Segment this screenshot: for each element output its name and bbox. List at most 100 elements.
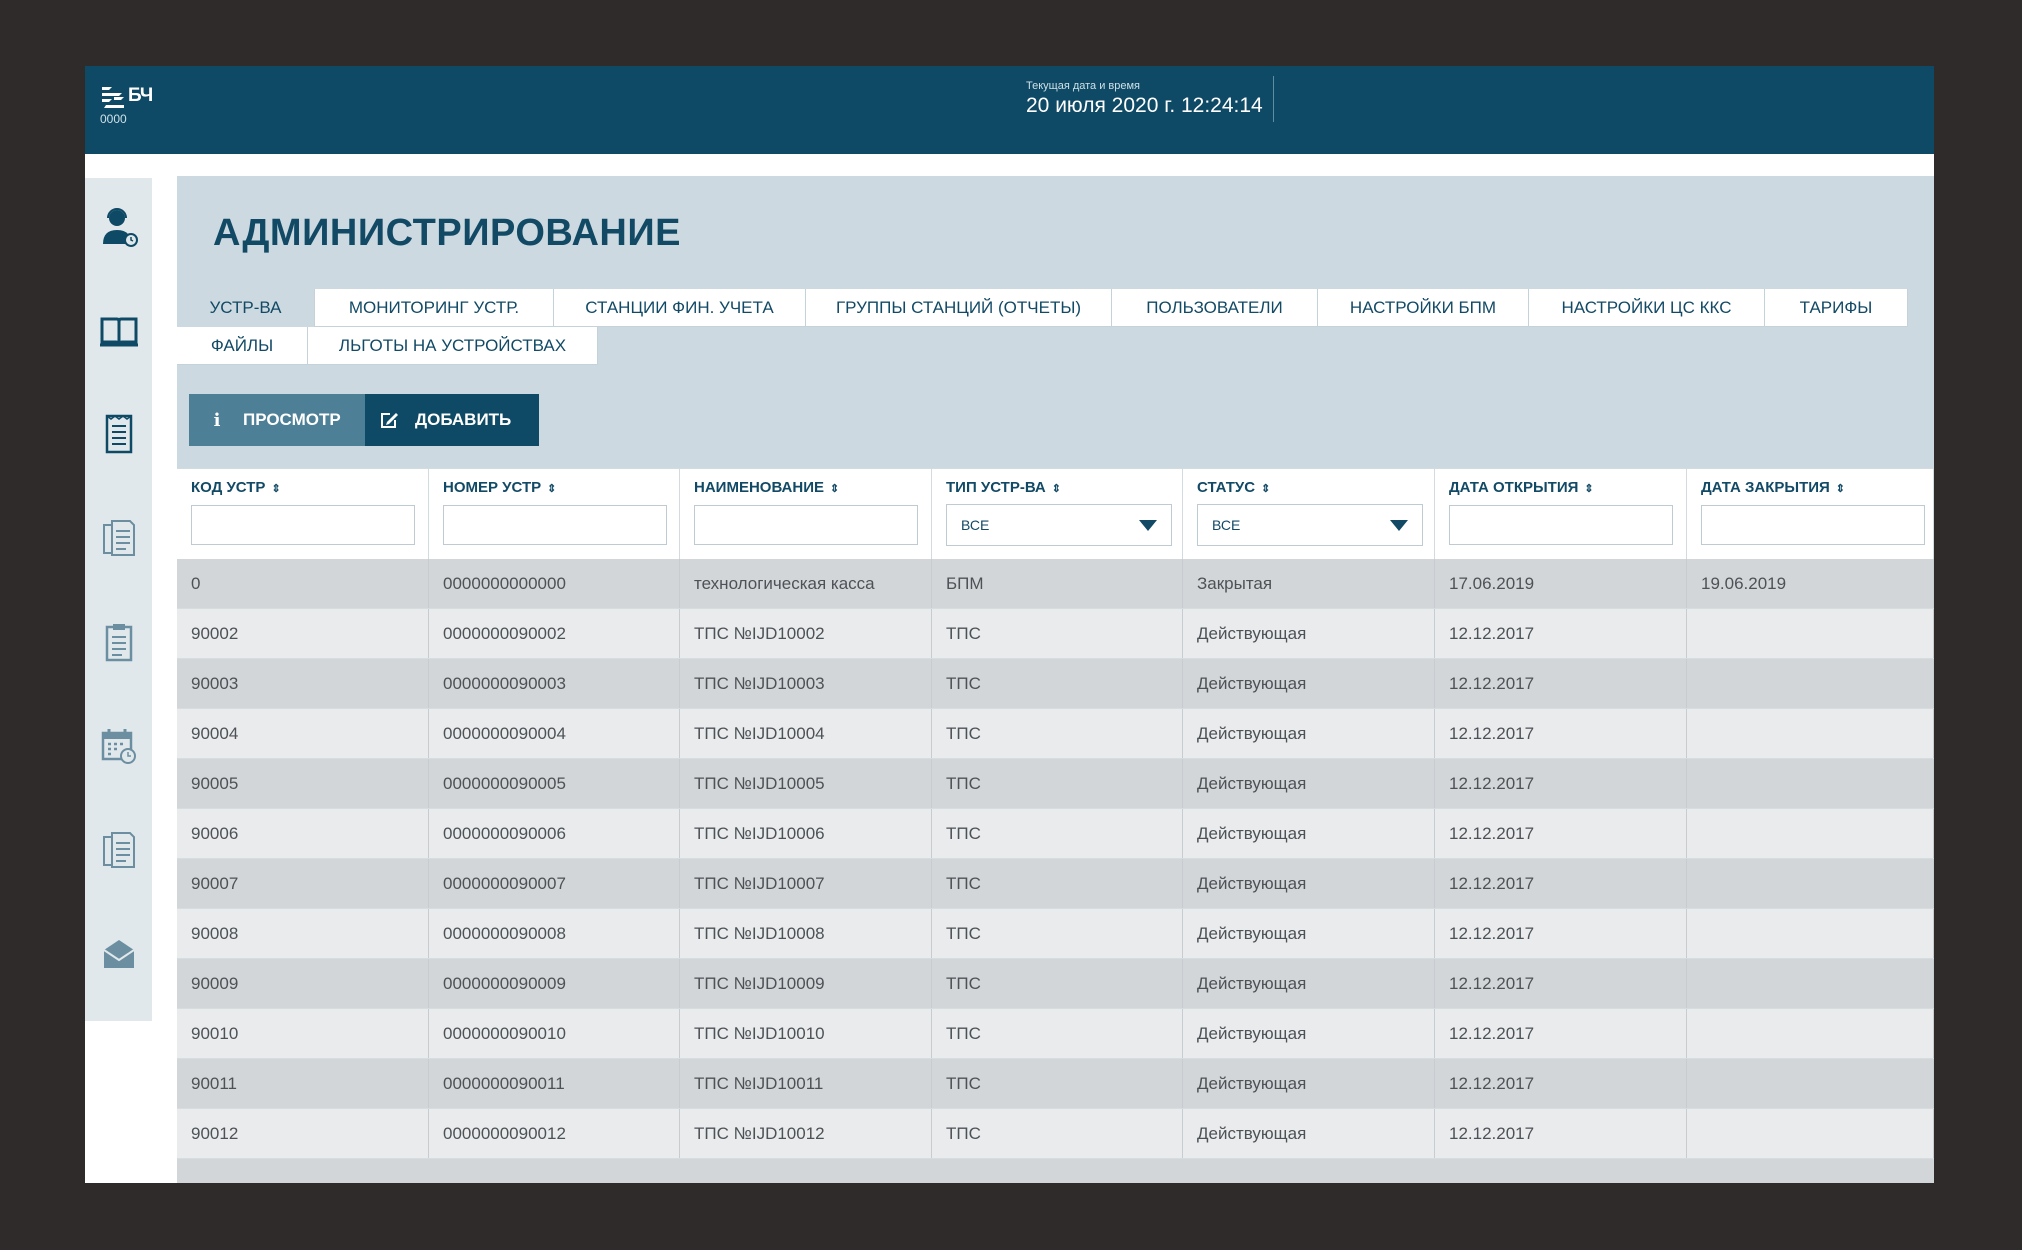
caret-down-icon [1390,519,1408,531]
cell-open-date: 12.12.2017 [1435,909,1687,958]
cell-device-name: ТПС №IJD10004 [680,709,932,758]
cell-device-number: 0000000090005 [429,759,680,808]
cell-open-date: 12.12.2017 [1435,1059,1687,1108]
table-row[interactable]: 90008 0000000090008 ТПС №IJD10008 ТПС Действ… [177,909,1934,959]
tab-device-benefits[interactable]: ЛЬГОТЫ НА УСТРОЙСТВАХ [308,327,598,365]
cell-open-date: 12.12.2017 [1435,709,1687,758]
cell-device-status: Действующая [1183,1009,1435,1058]
tab-users[interactable]: ПОЛЬЗОВАТЕЛИ [1112,289,1318,327]
column-sort-device-code[interactable]: КОД УСТР ⇕ [191,479,281,496]
tab-kks-settings[interactable]: НАСТРОЙКИ ЦС ККС [1529,289,1765,327]
sort-icon[interactable]: ⇕ [1052,482,1061,495]
cell-device-number: 0000000090004 [429,709,680,758]
table-row[interactable]: 90006 0000000090006 ТПС №IJD10006 ТПС Действ… [177,809,1934,859]
cell-device-status: Действующая [1183,659,1435,708]
cell-open-date: 17.06.2019 [1435,559,1687,608]
sidebar-item-clipboard[interactable] [85,612,152,672]
cell-device-type: ТПС [932,809,1183,858]
table-row[interactable]: 0 0000000000000 технологическая касса БПМ За… [177,559,1934,609]
column-sort-device-status[interactable]: СТАТУС ⇕ [1197,479,1270,496]
sort-icon[interactable]: ⇕ [1836,482,1845,495]
table-row[interactable]: 90007 0000000090007 ТПС №IJD10007 ТПС Действ… [177,859,1934,909]
cell-open-date: 12.12.2017 [1435,1109,1687,1158]
column-sort-device-type[interactable]: ТИП УСТР-ВА ⇕ [946,479,1061,496]
cell-device-type: ТПС [932,659,1183,708]
table-row[interactable]: 90010 0000000090010 ТПС №IJD10010 ТПС Действ… [177,1009,1934,1059]
filter-input-device-code[interactable] [191,505,415,545]
filter-input-device-number[interactable] [443,505,667,545]
table-row[interactable]: 90003 0000000090003 ТПС №IJD10003 ТПС Действ… [177,659,1934,709]
tab-station-groups[interactable]: ГРУППЫ СТАНЦИЙ (ОТЧЕТЫ) [806,289,1112,327]
column-label: ДАТА ЗАКРЫТИЯ [1701,479,1830,496]
table-header: КОД УСТР ⇕ НОМЕР УСТР ⇕ НАИМЕНОВАНИЕ ⇕ ТИП УСТ… [177,468,1934,559]
column-sort-open-date[interactable]: ДАТА ОТКРЫТИЯ ⇕ [1449,479,1594,496]
cell-open-date: 12.12.2017 [1435,609,1687,658]
cell-open-date: 12.12.2017 [1435,809,1687,858]
sort-icon[interactable]: ⇕ [271,482,280,495]
column-sort-device-name[interactable]: НАИМЕНОВАНИЕ ⇕ [694,479,839,496]
cell-device-code: 90012 [177,1109,429,1158]
header-divider [1273,76,1274,122]
sidebar-item-calendar[interactable] [85,716,152,776]
table-row[interactable]: 90012 0000000090012 ТПС №IJD10012 ТПС Действ… [177,1109,1934,1159]
cell-device-type: БПМ [932,559,1183,608]
sort-icon[interactable]: ⇕ [1261,482,1270,495]
view-button[interactable]: i ПРОСМОТР [189,394,365,446]
column-sort-device-number[interactable]: НОМЕР УСТР ⇕ [443,479,556,496]
add-button[interactable]: ДОБАВИТЬ [365,394,539,446]
tab-bpm-settings[interactable]: НАСТРОЙКИ БПМ [1318,289,1529,327]
table-row[interactable]: 90011 0000000090011 ТПС №IJD10011 ТПС Действ… [177,1059,1934,1109]
table-row[interactable]: 90002 0000000090002 ТПС №IJD10002 ТПС Действ… [177,609,1934,659]
operator-icon [102,208,138,247]
sidebar-item-documents[interactable] [85,508,152,568]
logo[interactable]: БЧ 0000 [100,84,153,126]
column-header-device-status: СТАТУС ⇕ ВСЕ [1183,469,1435,559]
cell-device-code: 90008 [177,909,429,958]
cell-device-code: 90007 [177,859,429,908]
column-label: НАИМЕНОВАНИЕ [694,479,824,496]
sidebar-item-receipt[interactable] [85,404,152,464]
clipboard-icon [105,624,132,662]
table-row[interactable]: 90005 0000000090005 ТПС №IJD10005 ТПС Действ… [177,759,1934,809]
sidebar-item-documents-copy[interactable] [85,820,152,880]
tab-tariffs[interactable]: ТАРИФЫ [1765,289,1908,327]
cell-device-name: технологическая касса [680,559,932,608]
envelope-open-icon [102,940,135,968]
filter-input-device-name[interactable] [694,505,918,545]
filter-select-device-type[interactable]: ВСЕ [946,504,1172,546]
cell-close-date [1687,859,1934,908]
cell-device-type: ТПС [932,609,1183,658]
cell-device-number: 0000000090003 [429,659,680,708]
cell-close-date [1687,1109,1934,1158]
cell-device-type: ТПС [932,959,1183,1008]
tab-devices[interactable]: УСТР-ВА [177,289,315,327]
add-button-label: ДОБАВИТЬ [415,410,512,429]
sort-icon[interactable]: ⇕ [547,482,556,495]
sort-icon[interactable]: ⇕ [830,482,839,495]
cell-device-code: 90010 [177,1009,429,1058]
filter-select-value: ВСЕ [961,517,990,533]
table-body: 0 0000000000000 технологическая касса БПМ За… [177,559,1934,1183]
column-header-device-number: НОМЕР УСТР ⇕ [429,469,680,559]
table-row[interactable]: 90004 0000000090004 ТПС №IJD10004 ТПС Действ… [177,709,1934,759]
column-sort-close-date[interactable]: ДАТА ЗАКРЫТИЯ ⇕ [1701,479,1845,496]
filter-select-device-status[interactable]: ВСЕ [1197,504,1423,546]
sidebar-item-book[interactable] [85,302,152,362]
sidebar-item-messages[interactable] [85,924,152,984]
filter-input-open-date[interactable] [1449,505,1673,545]
tab-device-monitoring[interactable]: МОНИТОРИНГ УСТР. [315,289,554,327]
book-icon [99,317,138,347]
filter-input-close-date[interactable] [1701,505,1925,545]
tab-fin-stations[interactable]: СТАНЦИИ ФИН. УЧЕТА [554,289,806,327]
tab-files[interactable]: ФАЙЛЫ [177,327,308,365]
top-header: БЧ 0000 Текущая дата и время 20 июля 202… [85,66,1934,154]
sort-icon[interactable]: ⇕ [1584,482,1593,495]
table-row[interactable]: 90009 0000000090009 ТПС №IJD10009 ТПС Действ… [177,959,1934,1009]
datetime-value: 20 июля 2020 г. 12:24:14 [1026,94,1263,117]
table-row[interactable] [177,1159,1934,1183]
sidebar-item-operator[interactable] [85,198,152,258]
documents-copy-icon [102,832,135,868]
cell-device-name: ТПС №IJD10007 [680,859,932,908]
receipt-icon [105,414,132,454]
cell-device-number: 0000000090007 [429,859,680,908]
